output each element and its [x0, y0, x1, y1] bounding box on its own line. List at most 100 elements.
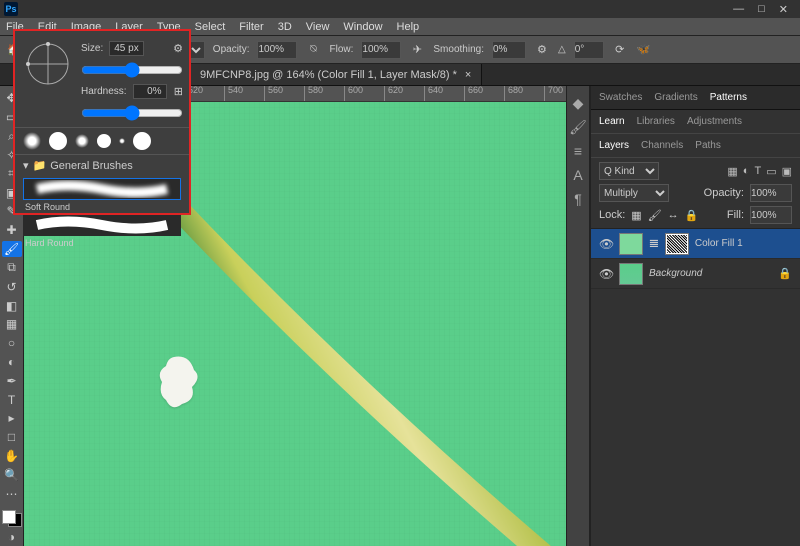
quick-mask-toggle[interactable]: ◑ [2, 529, 22, 546]
brush-soft-round[interactable] [23, 178, 181, 200]
lock-pos-icon[interactable]: ↔ [668, 209, 679, 221]
layer-name[interactable]: Color Fill 1 [695, 238, 743, 249]
tab-paths[interactable]: Paths [695, 140, 721, 151]
brush-size-presets [15, 127, 189, 155]
tab-adjustments[interactable]: Adjustments [687, 116, 742, 127]
link-icon[interactable]: 𝌆 [649, 237, 659, 250]
filter-smart-icon[interactable]: ▣ [782, 165, 792, 178]
size-value[interactable]: 45 px [109, 41, 143, 56]
angle-icon: △ [558, 44, 566, 55]
type-tool[interactable]: T [2, 391, 22, 408]
preset-hard-large[interactable] [49, 132, 67, 150]
color-panel-icon[interactable]: ◆ [569, 94, 587, 112]
size-slider[interactable] [81, 62, 183, 78]
smoothing-input[interactable] [492, 41, 526, 59]
brush-folder[interactable]: ▾📁General Brushes [15, 155, 189, 176]
dodge-tool[interactable]: ◐ [2, 354, 22, 371]
filter-type-icon[interactable]: T [754, 165, 761, 178]
paragraph-panel-icon[interactable]: ¶ [569, 190, 587, 208]
blend-mode-select[interactable]: Multiply [599, 184, 669, 202]
visibility-toggle[interactable]: 👁 [599, 267, 613, 281]
fill-input[interactable] [750, 206, 792, 224]
layer-background[interactable]: 👁 Background 🔒 [591, 259, 800, 289]
clone-stamp-tool[interactable]: ⧉ [2, 259, 22, 276]
menu-help[interactable]: Help [397, 21, 420, 33]
lock-icon[interactable]: 🔒 [778, 267, 792, 280]
visibility-toggle[interactable]: 👁 [599, 237, 613, 251]
document-tab[interactable]: 9MFCNP8.jpg @ 164% (Color Fill 1, Layer … [190, 64, 482, 85]
filter-shape-icon[interactable]: ▭ [766, 165, 776, 178]
menu-window[interactable]: Window [343, 21, 382, 33]
smoothing-label: Smoothing: [433, 44, 484, 55]
blur-tool[interactable]: ○ [2, 335, 22, 352]
preset-soft-large[interactable] [23, 132, 41, 150]
brush-label-soft: Soft Round [15, 202, 189, 212]
tab-layers[interactable]: Layers [599, 140, 629, 151]
path-selection-tool[interactable]: ▸ [2, 410, 22, 427]
tab-channels[interactable]: Channels [641, 140, 683, 151]
close-button[interactable]: ✕ [779, 3, 788, 16]
lock-all-icon[interactable]: 🔒 [685, 209, 699, 222]
preset-hard-right[interactable] [133, 132, 151, 150]
tab-libraries[interactable]: Libraries [637, 116, 675, 127]
brush-panel-icon[interactable]: 🖌 [569, 118, 587, 136]
flow-input[interactable] [361, 41, 401, 59]
maximize-button[interactable]: □ [758, 3, 765, 16]
history-brush-tool[interactable]: ↺ [2, 278, 22, 295]
lock-pixels-icon[interactable]: 🖌 [648, 209, 662, 222]
brush-preset-panel: Size:45 px⚙ Hardness:0%⊞ ▾📁General Brush… [14, 30, 190, 214]
filter-adjust-icon[interactable]: ◐ [743, 165, 750, 178]
zoom-tool[interactable]: 🔍 [2, 467, 22, 484]
gear-icon[interactable]: ⚙ [173, 42, 183, 55]
layer-mask-thumbnail[interactable] [665, 233, 689, 255]
menu-view[interactable]: View [306, 21, 330, 33]
filter-pixel-icon[interactable]: ▦ [727, 165, 737, 178]
right-panels: Swatches Gradients Patterns Learn Librar… [590, 86, 800, 546]
healing-tool[interactable]: ✚ [2, 222, 22, 239]
tab-gradients[interactable]: Gradients [654, 92, 697, 103]
hardness-label: Hardness: [81, 86, 127, 97]
preset-soft-med[interactable] [75, 134, 89, 148]
brush-label-hard: Hard Round [15, 238, 189, 248]
layer-thumbnail[interactable] [619, 263, 643, 285]
pressure-opacity-icon[interactable]: ⍉ [305, 42, 321, 58]
new-preset-icon[interactable]: ⊞ [174, 85, 183, 98]
menu-select[interactable]: Select [195, 21, 226, 33]
menu-filter[interactable]: Filter [239, 21, 263, 33]
smoothing-gear-icon[interactable]: ⚙ [534, 42, 550, 58]
color-swatches[interactable] [2, 510, 22, 527]
menu-3d[interactable]: 3D [278, 21, 292, 33]
layer-thumbnail[interactable] [619, 233, 643, 255]
layer-name[interactable]: Background [649, 268, 702, 279]
preset-hard-med[interactable] [97, 134, 111, 148]
hardness-slider[interactable] [81, 105, 183, 121]
tab-learn[interactable]: Learn [599, 116, 625, 127]
history-panel-icon[interactable]: ≡ [569, 142, 587, 160]
tab-swatches[interactable]: Swatches [599, 92, 642, 103]
eraser-tool[interactable]: ◧ [2, 297, 22, 314]
brush-hard-round[interactable] [23, 214, 181, 236]
pressure-size-icon[interactable]: ⟳ [612, 42, 628, 58]
character-panel-icon[interactable]: A [569, 166, 587, 184]
symmetry-icon[interactable]: 🦋 [636, 42, 652, 58]
lock-trans-icon[interactable]: ▦ [631, 209, 641, 222]
opacity-label: Opacity: [213, 44, 250, 55]
window-controls: — □ ✕ [733, 3, 796, 16]
collapsed-panels: ◆ 🖌 ≡ A ¶ [566, 86, 590, 546]
opacity-input[interactable] [257, 41, 297, 59]
brush-angle-preview[interactable] [21, 37, 75, 91]
shape-tool[interactable]: □ [2, 429, 22, 446]
angle-input[interactable] [574, 41, 604, 59]
edit-toolbar[interactable]: ⋯ [2, 485, 22, 502]
pen-tool[interactable]: ✒ [2, 372, 22, 389]
minimize-button[interactable]: — [733, 3, 744, 16]
preset-soft-small[interactable] [119, 138, 125, 144]
airbrush-icon[interactable]: ✈ [409, 42, 425, 58]
hand-tool[interactable]: ✋ [2, 448, 22, 465]
gradient-tool[interactable]: ▦ [2, 316, 22, 333]
layer-opacity-input[interactable] [750, 184, 792, 202]
hardness-value[interactable]: 0% [133, 84, 167, 99]
layer-color-fill[interactable]: 👁 𝌆 Color Fill 1 [591, 229, 800, 259]
tab-patterns[interactable]: Patterns [710, 92, 747, 103]
layer-filter-select[interactable]: Q Kind [599, 162, 659, 180]
